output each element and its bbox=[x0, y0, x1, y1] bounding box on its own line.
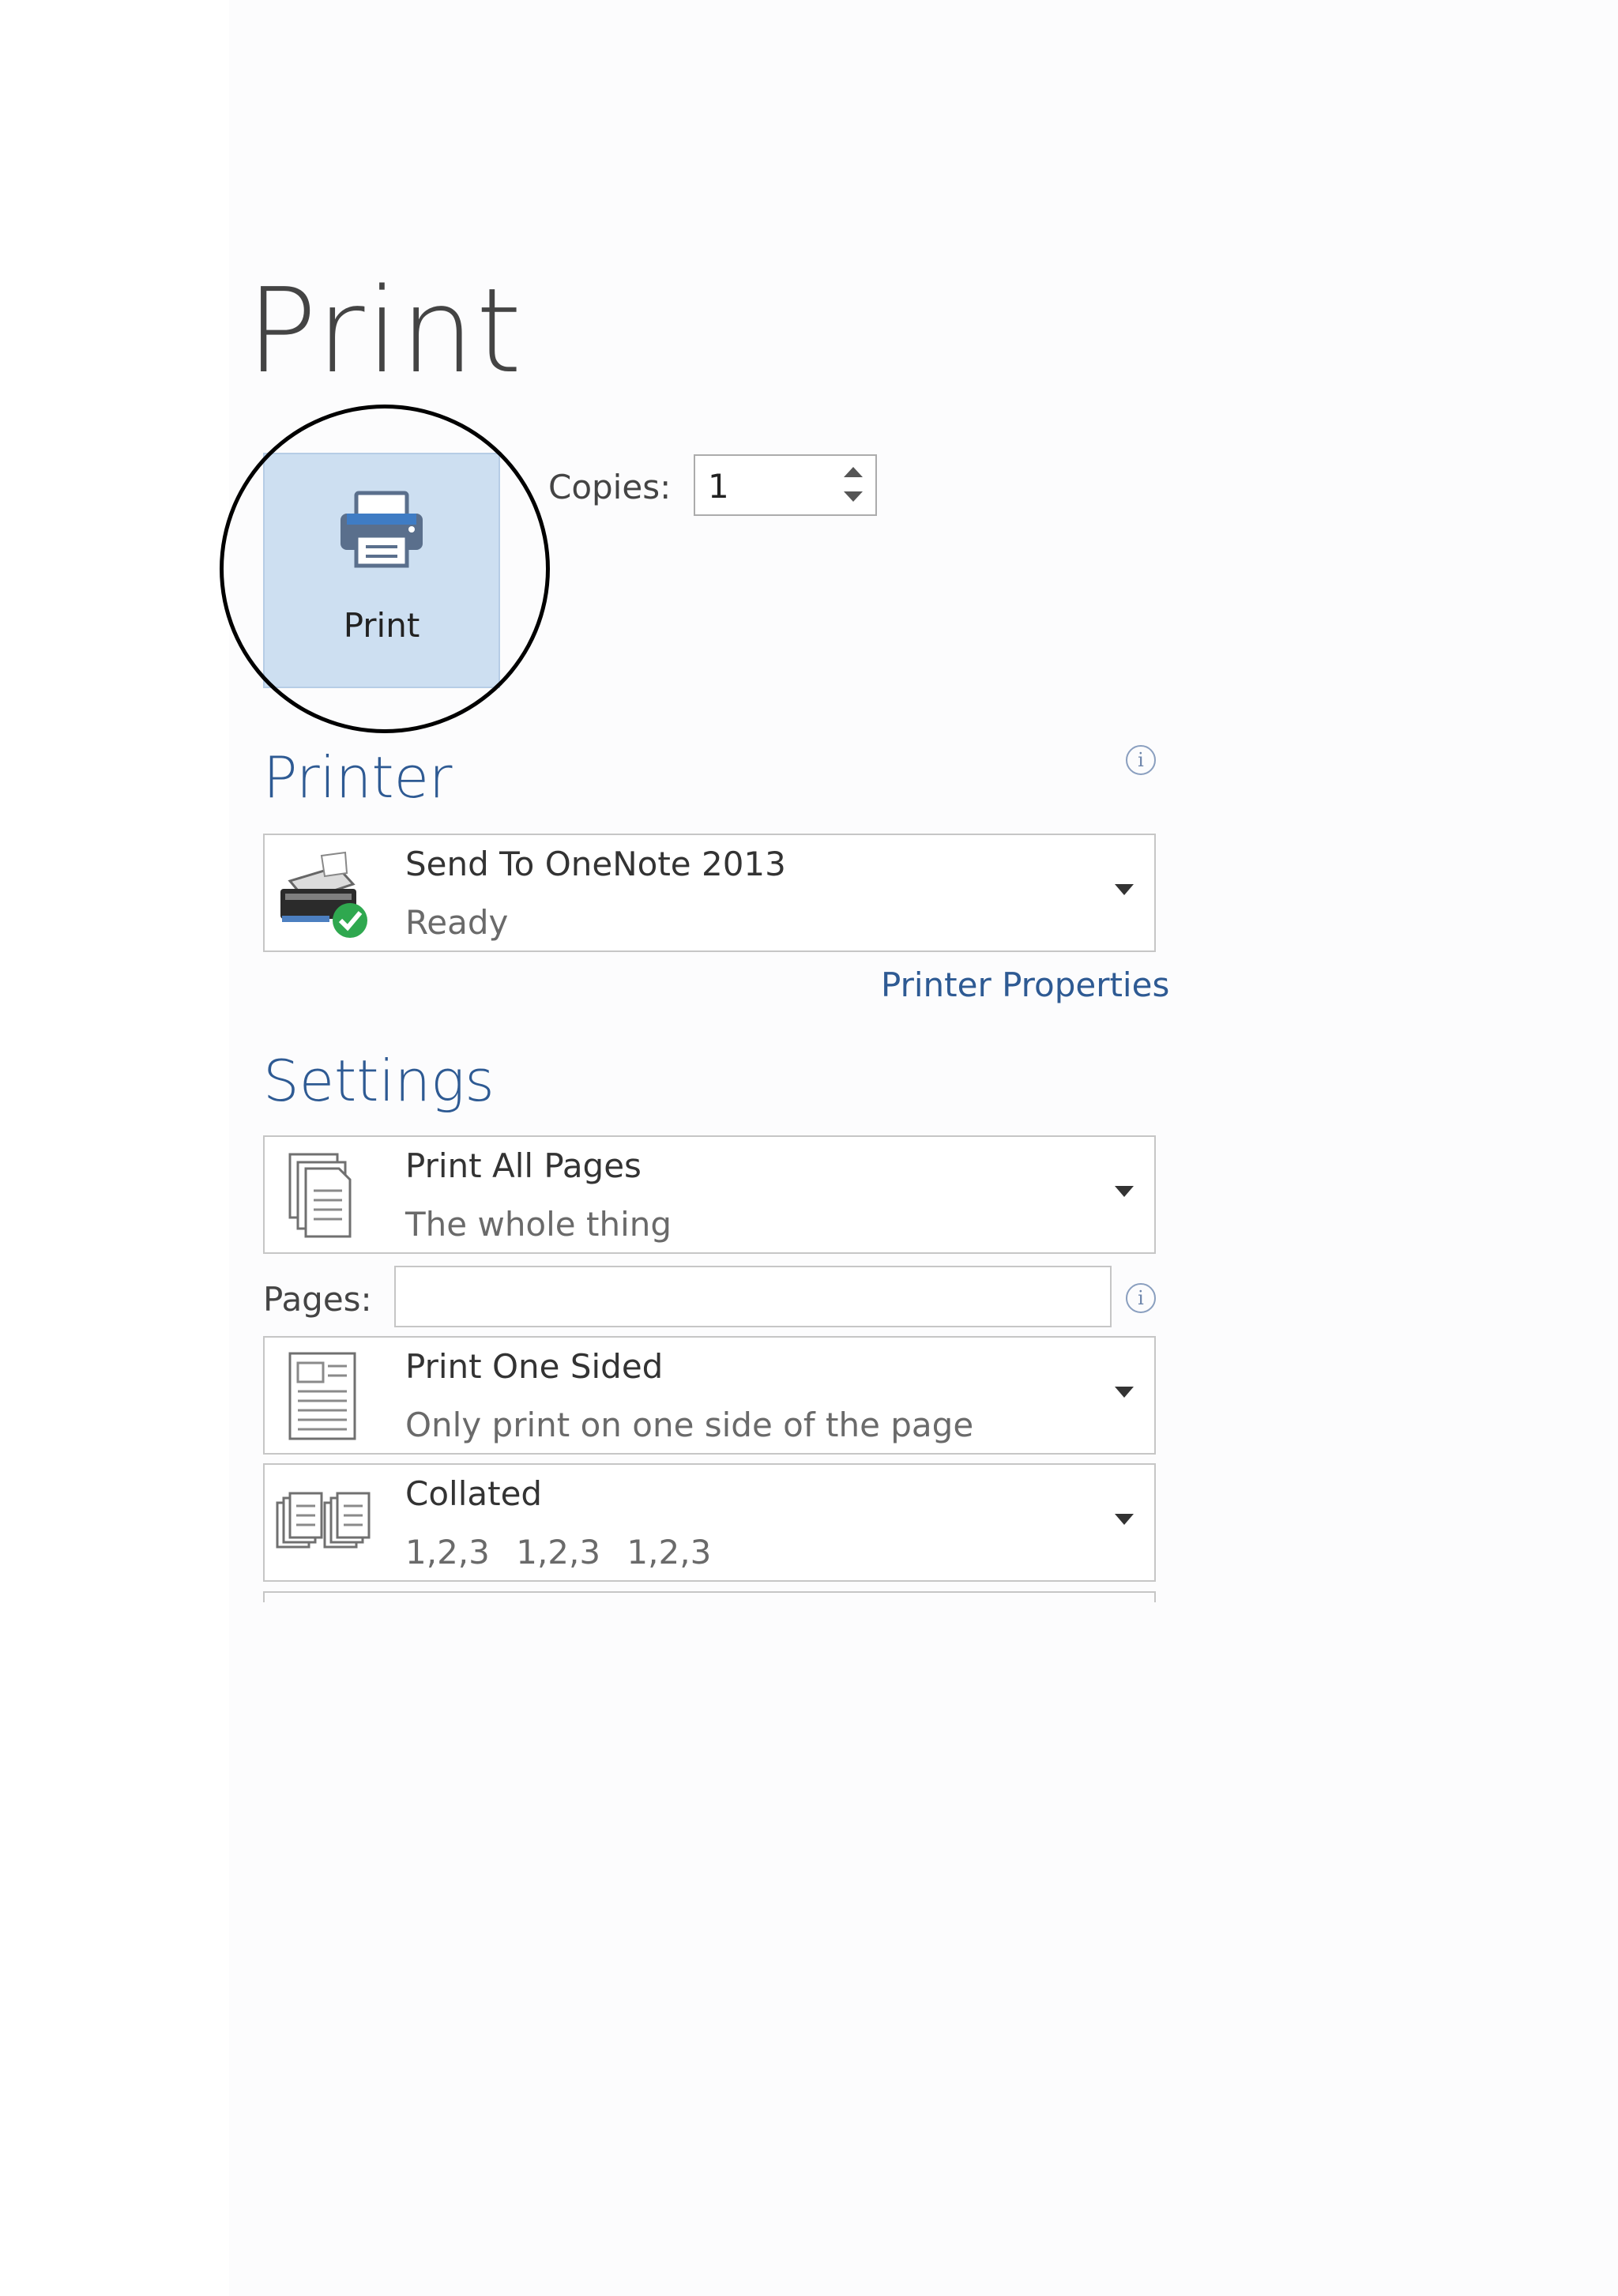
printer-status: Ready bbox=[405, 903, 509, 942]
printer-select[interactable]: Send To OneNote 2013 Ready bbox=[263, 834, 1156, 952]
next-setting-partial bbox=[263, 1591, 1156, 1602]
printer-name: Send To OneNote 2013 bbox=[405, 845, 786, 883]
sides-subtitle: Only print on one side of the page bbox=[405, 1406, 974, 1444]
collation-subtitle: 1,2,3 1,2,3 1,2,3 bbox=[405, 1533, 712, 1571]
page-title: Print bbox=[246, 263, 524, 399]
printer-ready-icon bbox=[280, 851, 367, 938]
copies-label: Copies: bbox=[548, 468, 672, 506]
printer-icon bbox=[341, 491, 423, 568]
collated-icon bbox=[276, 1492, 371, 1549]
printer-heading: Printer bbox=[263, 744, 453, 811]
info-icon[interactable]: i bbox=[1126, 1283, 1156, 1313]
print-range-title: Print All Pages bbox=[405, 1146, 642, 1185]
chevron-down-icon bbox=[1115, 884, 1134, 895]
collation-select[interactable]: Collated 1,2,3 1,2,3 1,2,3 bbox=[263, 1463, 1156, 1582]
print-button-label: Print bbox=[343, 606, 420, 645]
collation-title: Collated bbox=[405, 1474, 543, 1513]
pages-input[interactable] bbox=[394, 1266, 1112, 1327]
copies-stepper[interactable]: 1 bbox=[694, 454, 877, 516]
printer-properties-link[interactable]: Printer Properties bbox=[881, 965, 1169, 1004]
print-range-subtitle: The whole thing bbox=[405, 1205, 672, 1244]
copies-value[interactable]: 1 bbox=[708, 467, 729, 506]
print-button[interactable]: Print bbox=[263, 453, 500, 688]
chevron-down-icon bbox=[1115, 1387, 1134, 1398]
chevron-down-icon bbox=[1115, 1514, 1134, 1525]
settings-heading: Settings bbox=[263, 1048, 495, 1114]
info-icon[interactable]: i bbox=[1126, 745, 1156, 775]
print-backstage-page: Print Print Copies: 1 Printer i Send To … bbox=[0, 0, 1618, 2296]
sides-select[interactable]: Print One Sided Only print on one side o… bbox=[263, 1336, 1156, 1455]
sides-title: Print One Sided bbox=[405, 1347, 664, 1386]
one-sided-page-icon bbox=[288, 1352, 356, 1440]
chevron-up-icon[interactable] bbox=[844, 467, 863, 477]
pages-label: Pages: bbox=[263, 1280, 372, 1319]
print-range-select[interactable]: Print All Pages The whole thing bbox=[263, 1135, 1156, 1254]
chevron-down-icon bbox=[1115, 1186, 1134, 1197]
pages-stack-icon bbox=[288, 1153, 352, 1238]
chevron-down-icon[interactable] bbox=[844, 491, 863, 502]
